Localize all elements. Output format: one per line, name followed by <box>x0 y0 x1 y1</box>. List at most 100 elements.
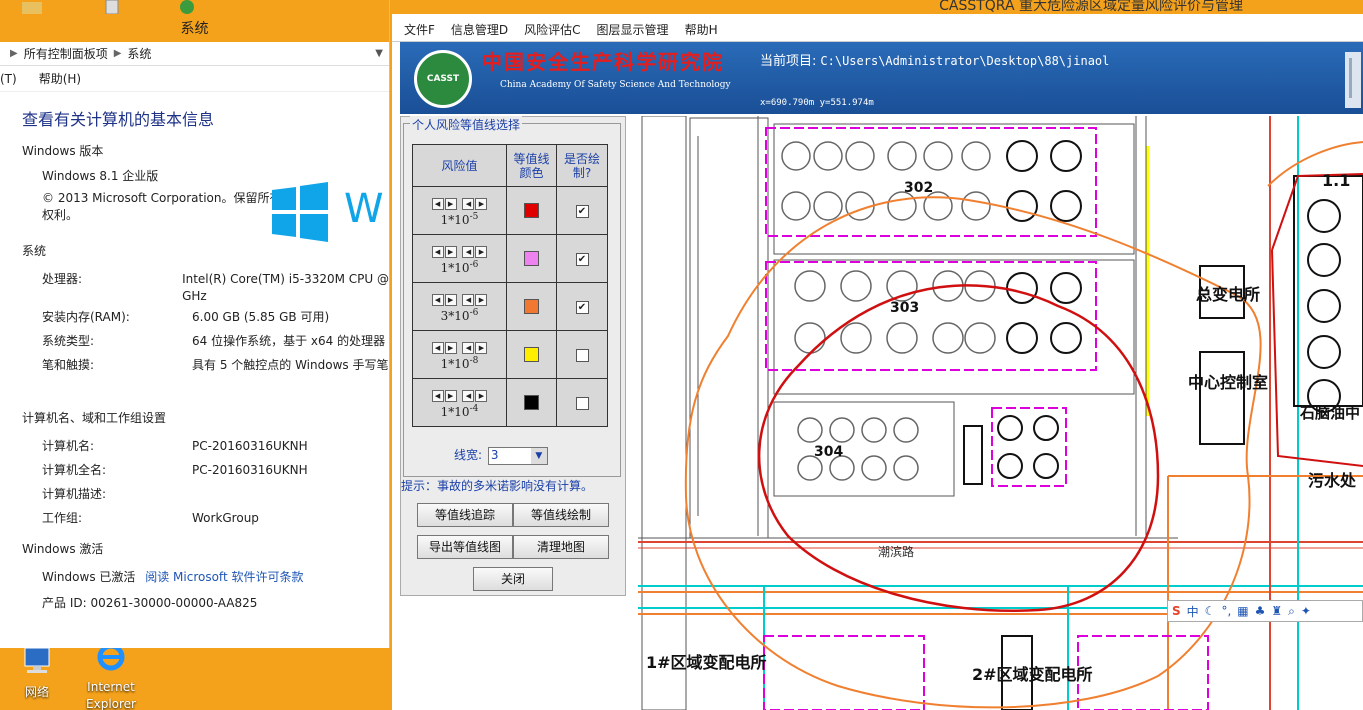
current-project: 当前项目: C:\Users\Administrator\Desktop\88\j… <box>760 54 1110 69</box>
export-contour-button[interactable]: 导出等值线图 <box>417 535 513 559</box>
group-label: 个人风险等值线选择 <box>410 116 523 133</box>
map-label-303: 303 <box>890 300 919 316</box>
draw-checkbox[interactable]: ✔ <box>575 204 589 218</box>
page-title: 查看有关计算机的基本信息 <box>22 110 215 129</box>
arrow-left-icon: ◀ <box>462 341 475 354</box>
color-swatch[interactable] <box>524 251 539 266</box>
map-label-sub1: 1#区域变配电所 <box>646 653 767 672</box>
arrow-left-icon: ◀ <box>462 293 475 306</box>
arrow-right-icon: ▶ <box>475 341 488 354</box>
moon-icon[interactable]: ☾ <box>1205 604 1216 618</box>
info-row: 系统类型: 64 位操作系统，基于 x64 的处理器 <box>42 334 386 348</box>
desktop-icon-label: 网络 <box>24 685 49 699</box>
activation-row: Windows 已激活 阅读 Microsoft 软件许可条款 <box>22 565 389 589</box>
risk-value: 1*10-6 <box>440 259 479 275</box>
draw-checkbox[interactable] <box>575 348 589 362</box>
arrow-right-icon: ▶ <box>444 245 457 258</box>
risk-spinner[interactable]: ◀ ▶ ◀ ▶ <box>431 293 488 308</box>
arrow-right-icon: ▶ <box>475 293 488 306</box>
line-width-label: 线宽: <box>454 448 483 462</box>
desktop-icon-ie[interactable]: Internet Explorer <box>76 642 146 710</box>
map-label-oil-tank: 石脑油中 <box>1299 404 1360 422</box>
product-id: 产品 ID: 00261-30000-00000-AA825 <box>42 596 258 610</box>
arrow-right-icon: ▶ <box>475 245 488 258</box>
chevron-down-icon[interactable]: ▼ <box>375 48 383 59</box>
close-button[interactable]: 关闭 <box>473 567 553 591</box>
line-width-select[interactable]: 3 ▼ <box>487 446 548 465</box>
menu-item-help[interactable]: 帮助(H) <box>39 70 81 87</box>
risk-value: 1*10-8 <box>440 355 479 371</box>
desktop-icon-network[interactable]: 网络 <box>2 646 72 700</box>
risk-spinner[interactable]: ◀ ▶ ◀ ▶ <box>431 341 488 356</box>
license-link[interactable]: 阅读 Microsoft 软件许可条款 <box>145 570 303 584</box>
sogou-icon[interactable]: S <box>1172 604 1181 618</box>
table-row: ◀ ▶ ◀ ▶ 1*10-5 ✔ <box>412 186 608 235</box>
info-row: 计算机名: PC-20160316UKNH <box>42 439 308 453</box>
folder-icon <box>22 2 42 14</box>
risk-spinner[interactable]: ◀ ▶ ◀ ▶ <box>431 197 488 212</box>
ime-toolbar[interactable]: S 中 ☾ °, ▦ ♣ ♜ ⌕ ✦ <box>1167 600 1363 622</box>
breadcrumb-item[interactable]: 所有控制面板项 <box>24 45 108 62</box>
search-icon[interactable]: ⌕ <box>1288 604 1295 619</box>
section-heading-edition: Windows 版本 <box>22 144 104 158</box>
risk-spinner[interactable]: ◀ ▶ ◀ ▶ <box>431 389 488 404</box>
menu-item-file[interactable]: 文件F <box>404 21 435 38</box>
copyright-text: © 2013 Microsoft Corporation。保留所有权利。 <box>42 191 282 222</box>
skin-icon[interactable]: ♣ <box>1255 604 1266 618</box>
system-menu-bar: (T) 帮助(H) <box>0 66 389 92</box>
info-row: 计算机全名: PC-20160316UKNH <box>42 463 308 477</box>
menu-item-risk[interactable]: 风险评估C <box>524 21 580 38</box>
draw-checkbox[interactable]: ✔ <box>575 300 589 314</box>
table-row: ◀ ▶ ◀ ▶ 3*10-6 ✔ <box>412 282 608 331</box>
risk-spinner[interactable]: ◀ ▶ ◀ ▶ <box>431 245 488 260</box>
windows-logo: W <box>270 182 384 245</box>
section-heading-computer: 计算机名、域和工作组设置 <box>22 411 167 425</box>
color-swatch[interactable] <box>524 395 539 410</box>
ime-mode[interactable]: 中 <box>1187 603 1199 620</box>
address-bar[interactable]: ▶ 所有控制面板项 ▶ 系统 ▼ <box>0 42 389 66</box>
tools-icon[interactable]: ✦ <box>1301 604 1311 618</box>
activation-status: Windows 已激活 <box>42 570 136 584</box>
system-titlebar[interactable]: 系统 <box>0 0 389 42</box>
building-icon <box>1345 52 1361 108</box>
contour-group: 个人风险等值线选择 风险值 等值线颜色 是否绘制? ◀ ▶ ◀ ▶ 1*10-5 ✔ … <box>403 116 621 477</box>
color-swatch[interactable] <box>524 299 539 314</box>
color-swatch[interactable] <box>524 203 539 218</box>
menu-item-tools[interactable]: (T) <box>0 72 17 86</box>
info-row: 计算机描述: <box>42 487 107 501</box>
map-canvas[interactable]: 302 303 304 总变电所 中心控制室 潮滨路 1#区域变配电所 2#区域… <box>638 116 1363 710</box>
info-row: 笔和触摸: 具有 5 个触控点的 Windows 手写笔 <box>42 358 389 372</box>
casst-logo: CASST <box>414 50 472 108</box>
hint-text: 提示：事故的多米诺影响没有计算。 <box>401 479 594 493</box>
menu-item-help[interactable]: 帮助H <box>685 21 718 38</box>
windows-logo-text: W <box>344 186 384 232</box>
draw-checkbox[interactable]: ✔ <box>575 252 589 266</box>
menu-item-info[interactable]: 信息管理D <box>451 21 508 38</box>
chevron-down-icon: ▼ <box>530 447 547 464</box>
table-row: ◀ ▶ ◀ ▶ 1*10-6 ✔ <box>412 234 608 283</box>
map-label-sewage: 污水处 <box>1308 471 1357 490</box>
map-label-substation: 总变电所 <box>1196 285 1260 304</box>
org-name-cn: 中国安全生产科学研究院 <box>482 50 724 74</box>
arrow-left-icon: ◀ <box>431 293 444 306</box>
recycle-bin-icon <box>105 0 119 14</box>
shirt-icon[interactable]: ♜ <box>1271 604 1282 618</box>
keyboard-icon[interactable]: ▦ <box>1237 604 1248 618</box>
arrow-left-icon: ◀ <box>431 245 444 258</box>
menu-item-layers[interactable]: 图层显示管理 <box>597 21 669 38</box>
draw-checkbox[interactable] <box>575 396 589 410</box>
punctuation-icon[interactable]: °, <box>1221 604 1231 618</box>
arrow-right-icon: ▶ <box>444 293 457 306</box>
contour-draw-button[interactable]: 等值线绘制 <box>513 503 609 527</box>
network-icon <box>24 647 50 673</box>
breadcrumb-item[interactable]: 系统 <box>127 45 151 62</box>
map-label-control-room: 中心控制室 <box>1188 373 1268 392</box>
map-label-sub2: 2#区域变配电所 <box>972 665 1093 684</box>
risk-table: 风险值 等值线颜色 是否绘制? ◀ ▶ ◀ ▶ 1*10-5 ✔ ◀ ▶ ◀ ▶ 1*10-… <box>412 144 608 427</box>
contour-trace-button[interactable]: 等值线追踪 <box>417 503 513 527</box>
color-swatch[interactable] <box>524 347 539 362</box>
risk-value: 3*10-6 <box>440 307 479 323</box>
risk-value: 1*10-5 <box>440 211 479 227</box>
col-line-color: 等值线颜色 <box>506 144 557 187</box>
clear-map-button[interactable]: 清理地图 <box>513 535 609 559</box>
